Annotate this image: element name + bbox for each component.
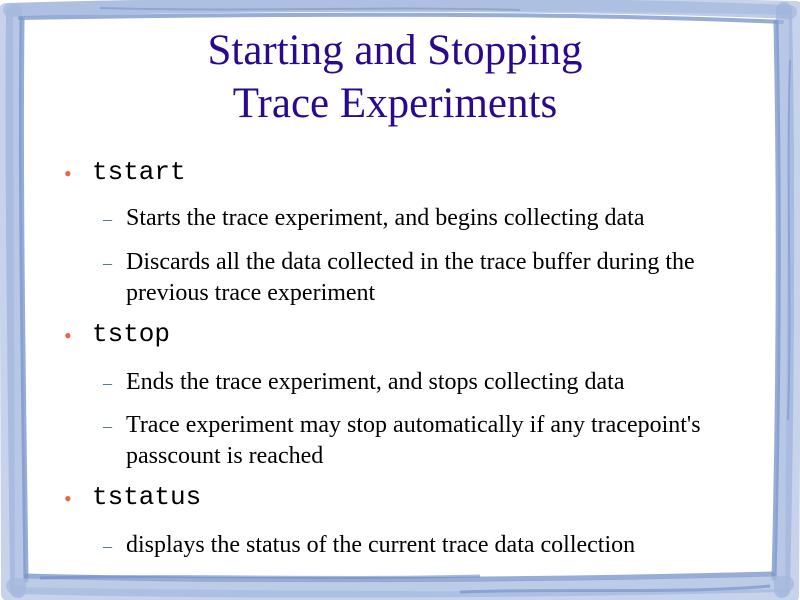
command-tstop: tstop — [92, 319, 171, 349]
slide-content: • tstart – Starts the trace experiment, … — [0, 0, 800, 600]
bullet-icon: • — [64, 161, 72, 186]
dash-icon: – — [103, 536, 112, 556]
command-tstatus: tstatus — [92, 482, 202, 512]
dash-icon: – — [103, 373, 112, 393]
bullet-icon: • — [64, 323, 72, 348]
sub-item: Trace experiment may stop automatically … — [126, 412, 701, 469]
bullet-icon: • — [64, 486, 72, 511]
dash-icon: – — [103, 253, 112, 273]
slide: Starting and Stopping Trace Experiments … — [0, 0, 800, 600]
dash-icon: – — [103, 416, 112, 436]
dash-icon: – — [103, 209, 112, 229]
command-tstart: tstart — [92, 157, 186, 187]
sub-item: displays the status of the current trace… — [126, 532, 636, 558]
sub-item: Starts the trace experiment, and begins … — [126, 205, 645, 231]
sub-item: Discards all the data collected in the t… — [126, 249, 695, 306]
sub-item: Ends the trace experiment, and stops col… — [126, 369, 625, 395]
